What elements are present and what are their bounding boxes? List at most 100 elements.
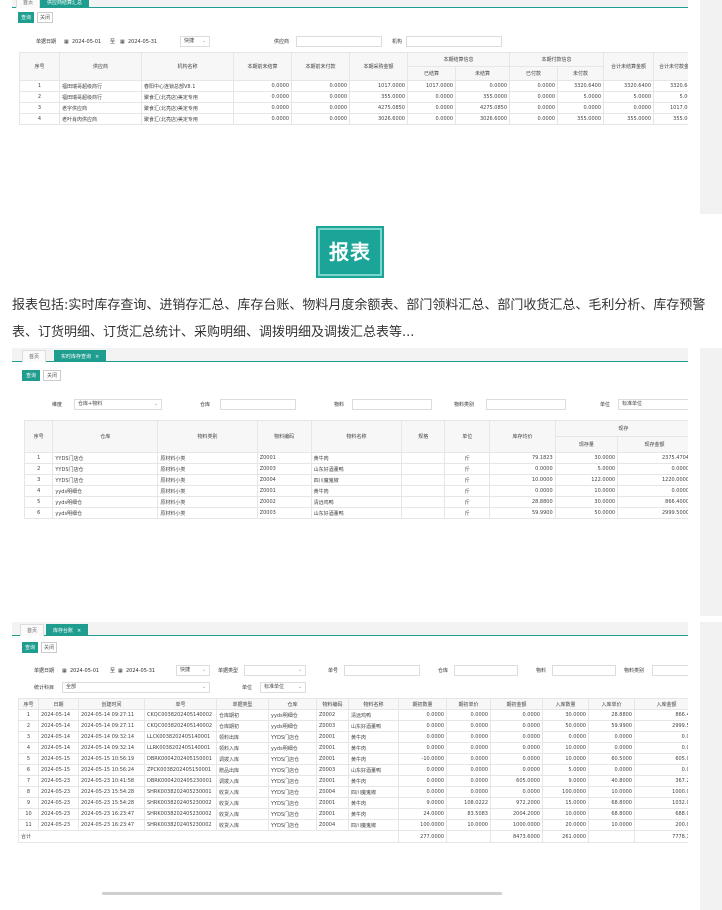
- dimension-label: 维度: [52, 402, 63, 408]
- table-cell: 收货入库: [216, 797, 269, 809]
- subject-select[interactable]: 全部 ⌄: [62, 682, 210, 693]
- close-button[interactable]: 关闭: [41, 642, 57, 653]
- ledger-col-header: 单据类型: [216, 698, 269, 710]
- table-row[interactable]: 2 福田瑞哥超级商行 聚食汇(北亮店)美定专用 0.0000 0.0000 355.000…: [19, 91, 688, 103]
- table-cell: 黄牛肉: [348, 797, 399, 809]
- table-row[interactable]: 1 2024-05-14 2024-05-14 09:27:11 CKQC003820…: [18, 709, 688, 721]
- warehouse-input[interactable]: [220, 399, 296, 410]
- table-row[interactable]: 4 yyds明细仓 原材料小类 Z0001 黄牛肉斤 0.0000 10.0000 0.000…: [23, 485, 688, 497]
- date-from[interactable]: 2024-05-01: [72, 37, 101, 47]
- table-row[interactable]: 3 老字供应商 聚食汇(北亮店)美定专用 0.0000 0.0000 4275.0850 0…: [19, 102, 688, 114]
- query-button[interactable]: 查询: [22, 370, 40, 381]
- tab-home[interactable]: 首页: [16, 0, 41, 8]
- col-paid: 已付款: [509, 66, 559, 81]
- table-cell: 0.0000: [557, 102, 605, 114]
- date-to[interactable]: 2024-05-31: [126, 666, 155, 676]
- table-row[interactable]: 2 YYDS门店仓 原材料小类 Z0003 山东好酒董鸭斤 0.0000 5.0000 0.0…: [23, 463, 688, 475]
- tab-home[interactable]: 首页: [20, 624, 45, 636]
- table-cell: Z0001: [256, 485, 312, 497]
- close-icon[interactable]: ×: [95, 354, 99, 360]
- tab-settlement[interactable]: 供应商结算汇总: [40, 0, 90, 8]
- table-row[interactable]: 5 yyds明细仓 原材料小类 Z0002 清远鸡鸭 斤 28.8800 30.0000 866…: [23, 496, 688, 508]
- warehouse-input[interactable]: [454, 665, 518, 676]
- unit-label: 单位: [600, 402, 611, 408]
- table-cell: 28.8800: [588, 709, 635, 721]
- table-cell: 10.0000: [542, 753, 589, 765]
- material-input[interactable]: [352, 399, 432, 410]
- quick-select[interactable]: 快捷 ⌄: [176, 665, 210, 676]
- tab-realtime-stock[interactable]: 实时库存查询 ×: [54, 350, 107, 362]
- table-cell: 9: [18, 797, 39, 809]
- table-row[interactable]: 2 2024-05-14 2024-05-14 09:27:11 CKQC003820…: [18, 720, 688, 732]
- table-cell: 10.0000: [542, 808, 589, 820]
- table-cell: 0.0000: [233, 80, 292, 92]
- unit-select[interactable]: 标准单位⌄: [618, 399, 688, 410]
- table-row[interactable]: 6 2024-05-15 2024-05-15 10:56:24 ZPCK003820…: [18, 764, 688, 776]
- date-to[interactable]: 2024-05-31: [128, 37, 157, 47]
- no-input[interactable]: [344, 665, 420, 676]
- table-cell: 9.0000: [398, 797, 447, 809]
- table-row[interactable]: 10 2024-05-23 2024-05-23 16:23:47 SHRK00382…: [18, 808, 688, 820]
- table-row[interactable]: 1 YYDS门店仓 原材料小类 Z0001 黄牛肉 斤 79.1823 30.0000 2375…: [23, 452, 688, 464]
- org-input[interactable]: [406, 36, 502, 47]
- table-cell: 0.0000: [588, 731, 635, 743]
- close-button[interactable]: 关闭: [43, 370, 61, 381]
- table-cell: 2024-05-23: [38, 786, 79, 798]
- table-cell: 2024-05-14 09:32:14: [78, 731, 145, 743]
- table-cell: 8: [18, 786, 39, 798]
- dimension-select[interactable]: 仓库+物料 ⌄: [74, 399, 162, 410]
- table-cell: 28.8800: [489, 496, 556, 508]
- table-cell: -10.0000: [398, 753, 447, 765]
- table-cell: 老字供应商: [59, 102, 142, 114]
- table-cell: 100.0000: [542, 786, 589, 798]
- horizontal-scrollbar[interactable]: [102, 892, 502, 895]
- table-cell: 2024-05-14: [38, 720, 79, 732]
- table-cell: 0.0000: [617, 463, 688, 475]
- query-button[interactable]: 查询: [18, 12, 34, 23]
- table-cell: 收货入库: [216, 819, 269, 831]
- tab-stock-ledger[interactable]: 库存台账 ×: [46, 624, 89, 636]
- table-cell: 866.4000: [617, 496, 688, 508]
- unit-select[interactable]: 标准单位⌄: [260, 682, 306, 693]
- table-row[interactable]: 1 福田瑞哥超级商行 春阳中心连锁总部V8.1 0.0000 0.0000 1017.00…: [19, 80, 688, 92]
- tab-home[interactable]: 首页: [22, 350, 47, 362]
- table-cell: YYDS门店仓: [268, 786, 317, 798]
- query-button[interactable]: 查询: [22, 642, 38, 653]
- table-row[interactable]: 4 2024-05-14 2024-05-14 09:32:14 LLRK003820…: [18, 742, 688, 754]
- calendar-icon: ▦: [118, 668, 123, 674]
- material-input[interactable]: [552, 665, 616, 676]
- category-input[interactable]: [486, 399, 566, 410]
- table-cell: 0.0000: [490, 753, 543, 765]
- ledger-col-header: 期初单价: [446, 698, 491, 710]
- table-row[interactable]: 3 2024-05-14 2024-05-14 09:32:14 LLCK003820…: [18, 731, 688, 743]
- table-row[interactable]: 3 YYDS门店仓 原材料小类 Z0004 四川魔鬼椒 斤 10.0000 122.0000 1…: [23, 474, 688, 486]
- date-from[interactable]: 2024-05-01: [70, 666, 99, 676]
- table-cell: 聚食汇(北亮店)美定专用: [141, 113, 234, 125]
- table-cell: 原材料小类: [157, 496, 258, 508]
- table-cell: 3320.6400: [557, 80, 605, 92]
- close-icon[interactable]: ×: [77, 628, 81, 634]
- ledger-col-header: 日期: [38, 698, 79, 710]
- table-row[interactable]: 7 2024-05-23 2024-05-23 10:41:58 DBRK000420…: [18, 775, 688, 787]
- type-select[interactable]: ⌄: [244, 665, 306, 676]
- table-cell: [401, 474, 445, 486]
- table-cell: 200.000: [634, 819, 688, 831]
- table-cell: 50.0000: [554, 507, 619, 519]
- col-qty: 现存量: [554, 436, 619, 453]
- table-cell: 2024-05-23: [38, 797, 79, 809]
- category-input[interactable]: [652, 665, 688, 676]
- table-cell: 0.0000: [446, 709, 491, 721]
- table-row[interactable]: 8 2024-05-23 2024-05-23 15:54:28 SHRK003820…: [18, 786, 688, 798]
- close-button[interactable]: 关闭: [37, 12, 53, 23]
- table-row[interactable]: 5 2024-05-15 2024-05-15 10:56:19 DBRK000420…: [18, 753, 688, 765]
- table-row[interactable]: 6 yyds明细仓 原材料小类 Z0003 山东好酒董鸭 斤 59.9900 50.0000 2…: [23, 507, 688, 519]
- table-row[interactable]: 9 2024-05-23 2024-05-23 15:54:28 SHRK003820…: [18, 797, 688, 809]
- table-cell: 100.0000: [398, 819, 447, 831]
- table-cell: 斤: [443, 485, 491, 497]
- ledger-col-header: 入库单价: [588, 698, 635, 710]
- quick-select[interactable]: 快捷 ⌄: [180, 36, 210, 47]
- supplier-input[interactable]: [296, 36, 382, 47]
- table-cell: 2024-05-15 10:56:24: [78, 764, 145, 776]
- table-row[interactable]: 11 2024-05-23 2024-05-23 16:23:47 SHRK00382…: [18, 819, 688, 831]
- table-row[interactable]: 4 老叶肖肉供应商 聚食汇(北亮店)美定专用 0.0000 0.0000 3026.600…: [19, 113, 688, 125]
